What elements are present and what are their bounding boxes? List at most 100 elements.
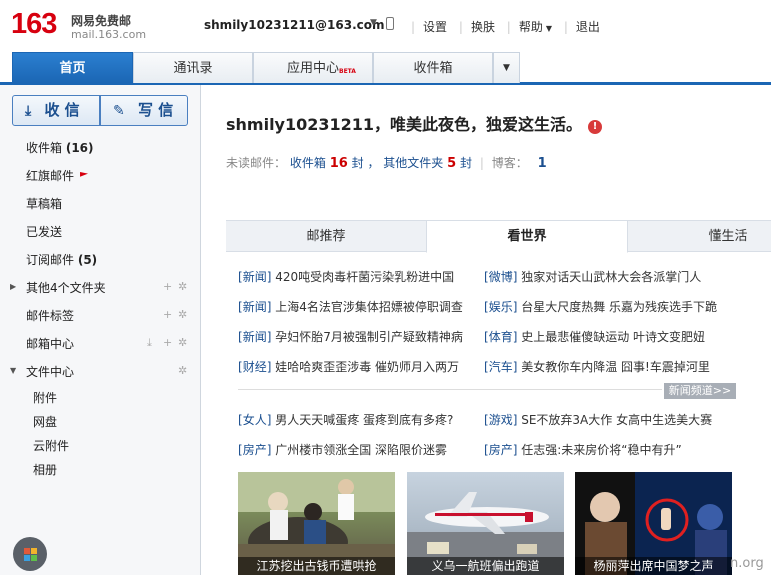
news-channel-link[interactable]: 新闻频道>> <box>664 383 736 399</box>
news-tabs: 邮推荐 看世界 懂生活 <box>226 220 771 253</box>
news-item[interactable]: [新闻] 孕妇怀胎7月被强制引产疑致精神病 <box>238 328 463 345</box>
settings-link[interactable]: 设置 <box>423 20 447 34</box>
news-title: 美女教你车内降温 囧事!车震掉河里 <box>521 360 710 374</box>
skin-link[interactable]: 换肤 <box>471 20 495 34</box>
logout-link[interactable]: 退出 <box>576 20 600 34</box>
news-category: 汽车 <box>488 360 513 374</box>
gear-icon[interactable]: ✲ <box>178 336 187 349</box>
inbox-unread-count: 16 <box>329 156 348 171</box>
unread-count: (16) <box>65 141 94 155</box>
tab-inbox[interactable]: 收件箱 <box>373 52 493 83</box>
news-title: SE不放弃3A大作 女高中生选美大赛 <box>521 413 713 427</box>
inbox-link[interactable]: 收件箱 16 封 <box>290 156 364 171</box>
chevron-down-icon[interactable]: ▼ <box>546 24 552 33</box>
news-category: 游戏 <box>488 413 513 427</box>
news-category: 新闻 <box>242 270 267 284</box>
edit-icon: ✎ <box>113 103 125 119</box>
tab-life[interactable]: 懂生活 <box>628 221 771 252</box>
news-photo[interactable]: 江苏挖出古钱币遭哄抢 <box>238 472 395 575</box>
news-item[interactable]: [女人] 男人天天喊蛋疼 蛋疼到底有多疼? <box>238 411 453 428</box>
main-content: shmily10231211，唯美此夜色，独爱这生活。! 未读邮件： 收件箱 1… <box>202 85 771 575</box>
news-item[interactable]: [房产] 任志强:未来房价将“稳中有升” <box>484 441 682 458</box>
photo-caption: 义乌一航班偏出跑道 <box>407 557 564 575</box>
unread-summary: 未读邮件： 收件箱 16 封 ， 其他文件夹 5 封 | 博客： 1 <box>226 156 547 171</box>
unit-label: 封 <box>460 156 473 170</box>
chevron-down-icon[interactable]: ▼ <box>370 18 377 28</box>
news-category: 财经 <box>242 360 267 374</box>
sidebar-item-flagged[interactable]: 红旗邮件 <box>26 167 89 184</box>
app-grid-icon[interactable] <box>13 537 47 571</box>
news-item[interactable]: [财经] 娃哈哈爽歪歪涉毒 催奶师月入两万 <box>238 358 459 375</box>
add-icon[interactable]: + <box>163 308 172 321</box>
sidebar-item-inbox[interactable]: 收件箱 (16) <box>26 139 94 156</box>
photo-caption: 江苏挖出古钱币遭哄抢 <box>238 557 395 575</box>
red-flag-icon <box>80 172 89 177</box>
sidebar-item-mailbox-center[interactable]: 邮箱中心 <box>26 335 74 352</box>
sidebar-item-attachments[interactable]: 附件 <box>33 389 57 406</box>
sidebar-item-album[interactable]: 相册 <box>33 461 57 478</box>
sidebar-item-tags[interactable]: 邮件标签 <box>26 307 74 324</box>
news-item[interactable]: [房产] 广州楼市领涨全国 深陷限价迷雾 <box>238 441 447 458</box>
download-icon: ⤓ <box>25 103 32 119</box>
add-icon[interactable]: + <box>163 280 172 293</box>
news-category: 房产 <box>488 443 513 457</box>
news-title: 独家对话天山武林大会各派掌门人 <box>521 270 702 284</box>
news-item[interactable]: [游戏] SE不放弃3A大作 女高中生选美大赛 <box>484 411 712 428</box>
sidebar-item-subscriptions[interactable]: 订阅邮件 (5) <box>26 251 97 268</box>
chevron-right-icon[interactable]: ▶ <box>10 282 16 291</box>
unread-label: 未读邮件： <box>226 156 287 170</box>
write-button[interactable]: ✎ 写 信 <box>100 95 188 126</box>
sidebar-item-netdisk[interactable]: 网盘 <box>33 413 57 430</box>
add-icon[interactable]: + <box>163 336 172 349</box>
receive-button[interactable]: ⤓ 收 信 <box>12 95 100 126</box>
news-category: 女人 <box>242 413 267 427</box>
divider <box>238 389 662 390</box>
other-folders-label: 其他文件夹 <box>383 156 444 170</box>
help-link[interactable]: 帮助 <box>519 20 543 34</box>
news-item[interactable]: [微博] 独家对话天山武林大会各派掌门人 <box>484 268 701 285</box>
sidebar-item-file-center[interactable]: 文件中心 <box>26 363 74 380</box>
chevron-down-icon: ▼ <box>503 63 510 73</box>
news-category: 体育 <box>488 330 513 344</box>
account-email[interactable]: shmily10231211@163.com <box>204 18 385 32</box>
news-item[interactable]: [体育] 史上最悲催傻缺运动 叶诗文变肥妞 <box>484 328 705 345</box>
news-item[interactable]: [新闻] 420吨受肉毒杆菌污染乳粉进中国 <box>238 268 454 285</box>
logo[interactable]: 163 网易免费邮 mail.163.com <box>11 9 146 41</box>
sidebar-item-other-folders[interactable]: 其他4个文件夹 <box>26 279 106 296</box>
alert-icon[interactable]: ! <box>588 120 603 134</box>
other-folders-link[interactable]: 其他文件夹 5 封 <box>383 156 473 171</box>
chevron-down-icon[interactable]: ▼ <box>10 366 16 375</box>
gear-icon[interactable]: ✲ <box>178 308 187 321</box>
top-links: | 设置 | 换肤 | 帮助 ▼ | 退出 <box>411 20 600 34</box>
news-item[interactable]: [汽车] 美女教你车内降温 囧事!车震掉河里 <box>484 358 710 375</box>
news-title: 男人天天喊蛋疼 蛋疼到底有多疼? <box>275 413 454 427</box>
news-photo[interactable]: 义乌一航班偏出跑道 <box>407 472 564 575</box>
tab-app-center[interactable]: 应用中心 BETA <box>253 52 373 83</box>
tab-contacts[interactable]: 通讯录 <box>133 52 253 83</box>
sidebar-item-label: 订阅邮件 <box>26 253 75 267</box>
sidebar-item-drafts[interactable]: 草稿箱 <box>26 195 62 212</box>
tabs-dropdown-button[interactable]: ▼ <box>493 52 520 83</box>
news-title: 上海4名法官涉集体招嫖被停职调查 <box>275 300 463 314</box>
gear-icon[interactable]: ✲ <box>178 280 187 293</box>
news-category: 新闻 <box>242 330 267 344</box>
sidebar-item-sent[interactable]: 已发送 <box>26 223 62 240</box>
sidebar-item-cloud-attachments[interactable]: 云附件 <box>33 437 69 454</box>
download-icon[interactable]: ⤓ <box>147 336 152 350</box>
news-title: 台星大尺度热舞 乐嘉为残疾选手下跪 <box>521 300 718 314</box>
news-title: 孕妇怀胎7月被强制引产疑致精神病 <box>275 330 463 344</box>
unread-count: (5) <box>77 253 98 267</box>
greeting: shmily10231211，唯美此夜色，独爱这生活。! <box>226 111 603 135</box>
tab-home[interactable]: 首页 <box>12 52 133 83</box>
news-item[interactable]: [新闻] 上海4名法官涉集体招嫖被停职调查 <box>238 298 463 315</box>
tab-world[interactable]: 看世界 <box>426 220 628 253</box>
blog-count[interactable]: 1 <box>538 156 547 171</box>
news-title: 史上最悲催傻缺运动 叶诗文变肥妞 <box>521 330 706 344</box>
news-item[interactable]: [娱乐] 台星大尺度热舞 乐嘉为残疾选手下跪 <box>484 298 717 315</box>
phone-icon[interactable] <box>386 17 394 30</box>
gear-icon[interactable]: ✲ <box>178 364 187 377</box>
watermark: n.org <box>730 556 764 571</box>
tab-recommend[interactable]: 邮推荐 <box>226 221 426 252</box>
sidebar: ⤓ 收 信 ✎ 写 信 收件箱 (16) 红旗邮件 草稿箱 已发送 订阅邮件 (… <box>0 85 201 575</box>
news-photo[interactable]: 杨丽萍出席中国梦之声 <box>575 472 732 575</box>
